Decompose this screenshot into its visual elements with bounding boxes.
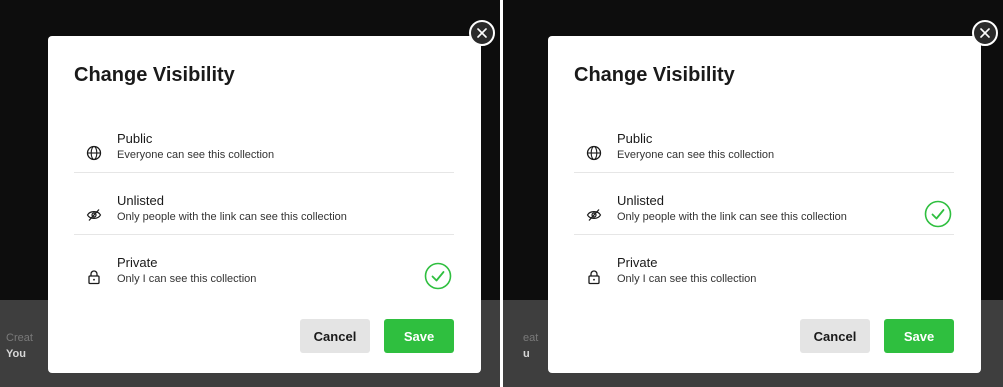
option-public[interactable]: Public Everyone can see this collection xyxy=(574,123,954,185)
visibility-dialog: Change Visibility Public Everyone can se… xyxy=(548,36,981,373)
option-private[interactable]: Private Only I can see this collection xyxy=(74,247,454,309)
lock-icon xyxy=(588,270,600,285)
divider xyxy=(574,234,954,235)
divider xyxy=(74,172,454,173)
globe-icon xyxy=(586,145,602,161)
close-icon xyxy=(477,28,487,38)
save-button[interactable]: Save xyxy=(884,319,954,353)
dialog-title: Change Visibility xyxy=(74,64,235,86)
option-unlisted-label: Unlisted xyxy=(617,193,664,208)
option-private-description: Only I can see this collection xyxy=(117,273,257,285)
option-public-label: Public xyxy=(617,131,653,146)
cancel-button[interactable]: Cancel xyxy=(800,319,870,353)
option-unlisted-description: Only people with the link can see this c… xyxy=(617,211,847,223)
background-creator-info: eat u xyxy=(523,330,538,362)
option-unlisted[interactable]: Unlisted Only people with the link can s… xyxy=(574,185,954,247)
eye-slash-icon xyxy=(86,209,102,221)
cancel-button[interactable]: Cancel xyxy=(300,319,370,353)
option-public-description: Everyone can see this collection xyxy=(617,149,775,161)
background-user-name: You xyxy=(6,348,26,360)
close-button[interactable] xyxy=(469,20,495,46)
option-public-label: Public xyxy=(117,131,153,146)
option-unlisted-label: Unlisted xyxy=(117,193,164,208)
close-button[interactable] xyxy=(972,20,998,46)
option-private-label: Private xyxy=(617,255,658,270)
dialog-title: Change Visibility xyxy=(574,64,735,86)
right-panel: eat u Change Visibility Public Everyone … xyxy=(503,0,1003,387)
background-created-label: eat xyxy=(523,332,539,344)
visibility-dialog: Change Visibility Public Everyone can se… xyxy=(48,36,481,373)
option-public[interactable]: Public Everyone can see this collection xyxy=(74,123,454,185)
screenshot-stage: Creat You Change Visibility Public Every… xyxy=(0,0,1003,387)
option-private-label: Private xyxy=(117,255,158,270)
background-created-label: Creat xyxy=(6,332,33,344)
eye-slash-icon xyxy=(586,209,602,221)
option-public-description: Everyone can see this collection xyxy=(117,149,275,161)
option-private-description: Only I can see this collection xyxy=(617,273,757,285)
option-private[interactable]: Private Only I can see this collection xyxy=(574,247,954,309)
save-button[interactable]: Save xyxy=(384,319,454,353)
selected-check-icon xyxy=(924,200,952,228)
lock-icon xyxy=(88,270,100,285)
divider xyxy=(574,172,954,173)
option-unlisted[interactable]: Unlisted Only people with the link can s… xyxy=(74,185,454,247)
selected-check-icon xyxy=(424,262,452,290)
background-creator-info: Creat You xyxy=(6,330,33,362)
close-icon xyxy=(980,28,990,38)
globe-icon xyxy=(86,145,102,161)
background-user-name: u xyxy=(523,348,530,360)
divider xyxy=(74,234,454,235)
option-unlisted-description: Only people with the link can see this c… xyxy=(117,211,347,223)
left-panel: Creat You Change Visibility Public Every… xyxy=(0,0,500,387)
